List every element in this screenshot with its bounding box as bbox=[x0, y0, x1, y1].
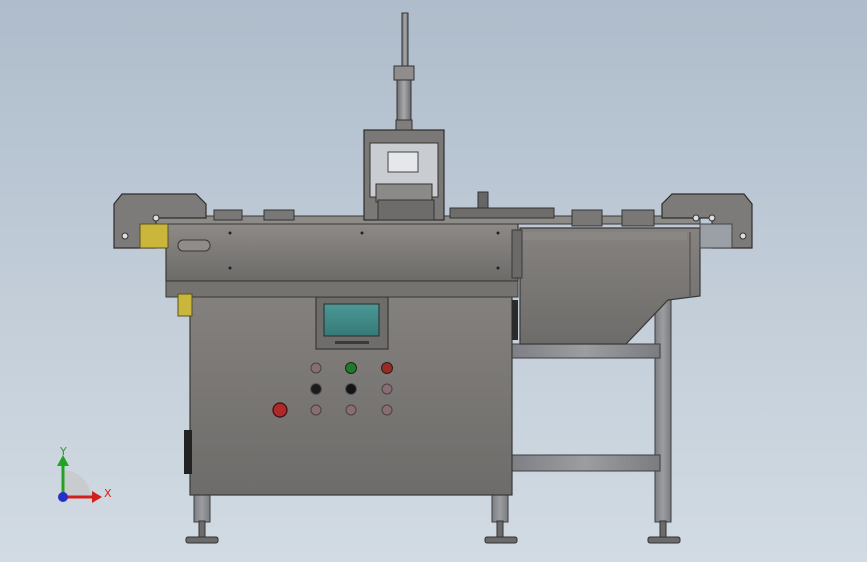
cad-viewport[interactable]: Y X bbox=[0, 0, 867, 562]
cabinet-handle bbox=[184, 430, 192, 474]
hmi-screen bbox=[323, 303, 380, 337]
leveling-feet bbox=[185, 520, 681, 544]
triad-x-label: X bbox=[104, 487, 112, 500]
axis-z-dot bbox=[58, 492, 68, 502]
emergency-stop-button bbox=[272, 402, 288, 418]
coordinate-triad: Y X bbox=[57, 445, 112, 503]
press-cylinder bbox=[393, 12, 415, 131]
start-button bbox=[345, 362, 357, 374]
stop-button bbox=[381, 362, 393, 374]
nameplate bbox=[177, 239, 211, 252]
hmi-label-plate bbox=[335, 341, 369, 344]
guard-hood bbox=[363, 129, 445, 221]
machine-drawing: Y X bbox=[57, 12, 753, 544]
side-hopper bbox=[512, 227, 701, 345]
cylinder-rod bbox=[401, 12, 409, 70]
triad-y-label: Y bbox=[59, 445, 67, 458]
